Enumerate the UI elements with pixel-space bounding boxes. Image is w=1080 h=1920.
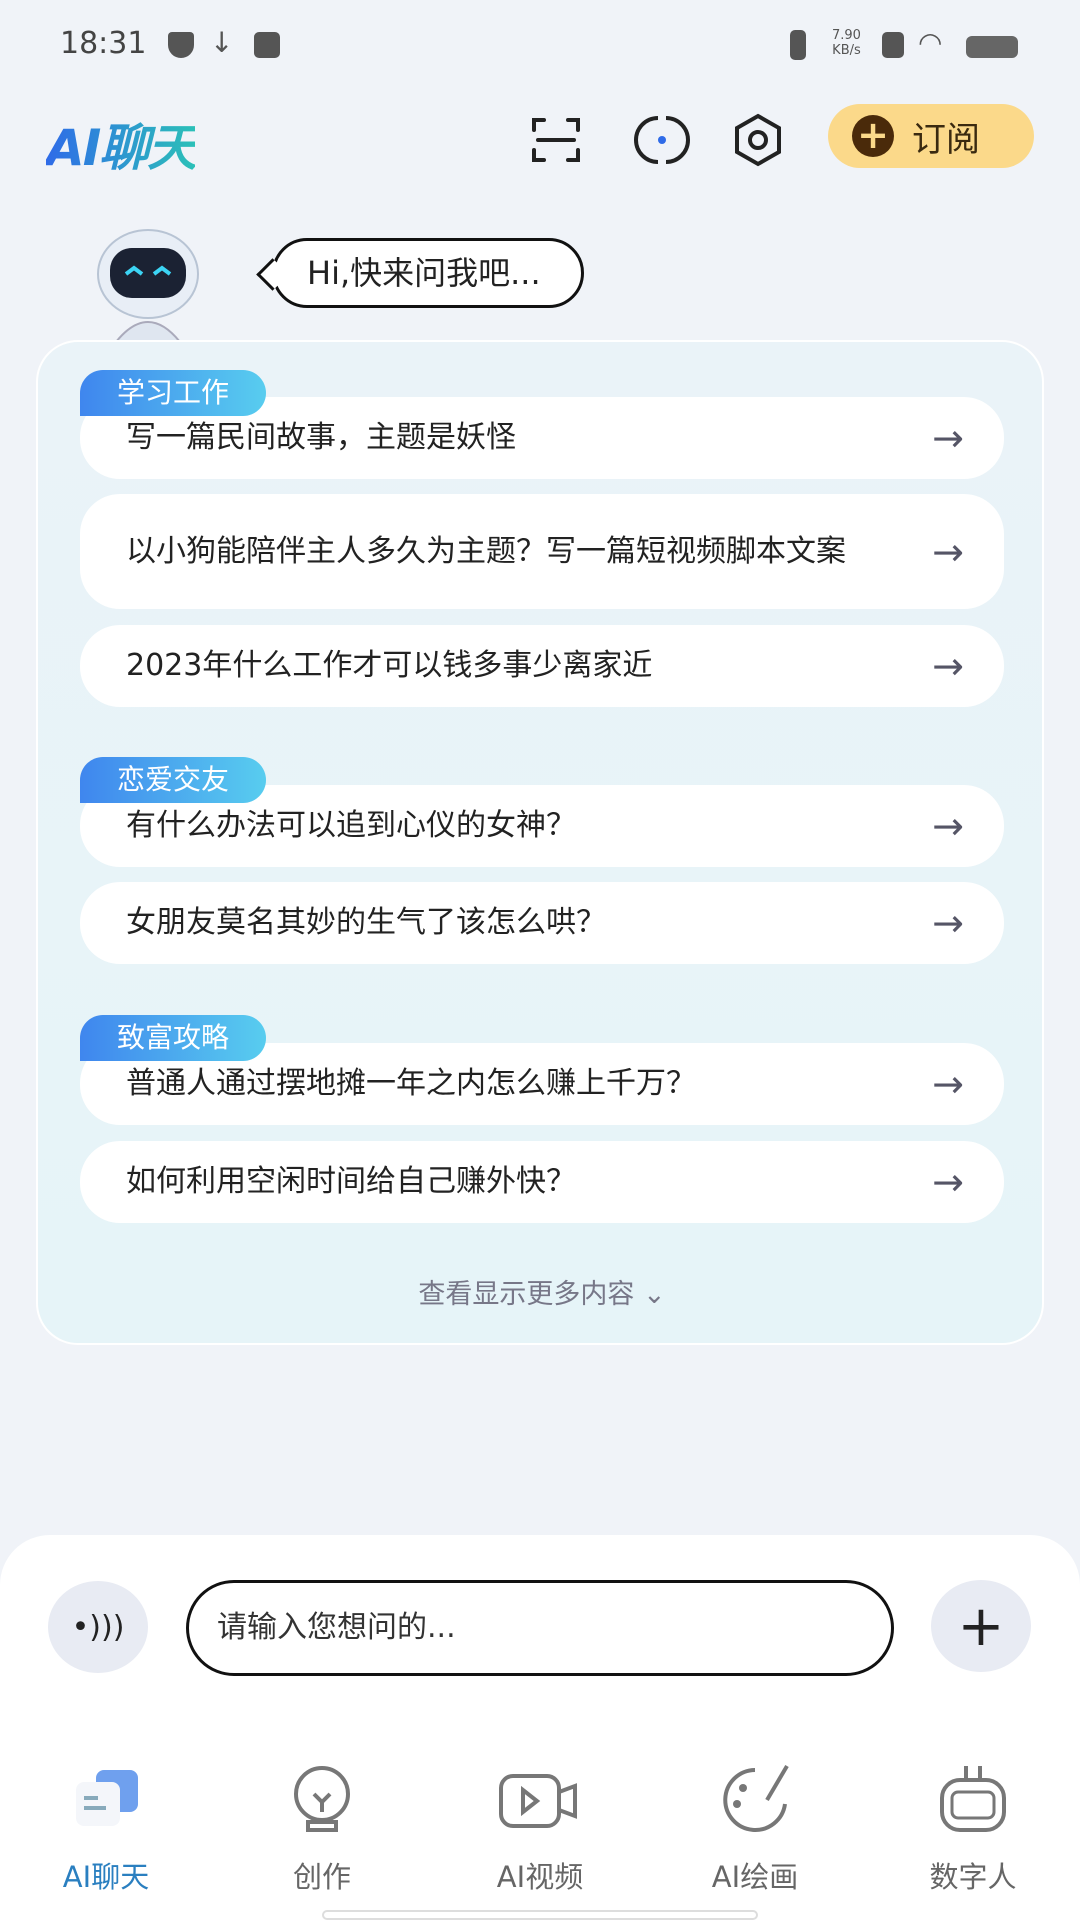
tab-digital-human[interactable]: 数字人 xyxy=(883,1760,1063,1896)
show-more-button[interactable]: 查看显示更多内容 ⌄ xyxy=(38,1272,1046,1311)
battery-icon xyxy=(966,36,1018,58)
status-bar: 18:31 ↓ 7.90 KB/s ◠ xyxy=(0,26,1080,66)
suggestion-text: 女朋友莫名其妙的生气了该怎么哄？ xyxy=(126,905,606,940)
arrow-right-icon: → xyxy=(932,644,964,688)
sim-off-icon xyxy=(882,32,904,58)
crystal-ball-icon xyxy=(294,1766,350,1832)
robot-avatar xyxy=(97,229,199,342)
tab-label: AI绘画 xyxy=(711,1860,799,1894)
tab-label: 数字人 xyxy=(929,1860,1017,1894)
scan-icon[interactable] xyxy=(528,112,584,168)
tab-ai-chat[interactable]: AI聊天 xyxy=(16,1760,196,1896)
suggestion-text: 普通人通过摆地摊一年之内怎么赚上千万？ xyxy=(126,1066,696,1101)
suggestion-text: 2023年什么工作才可以钱多事少离家近 xyxy=(126,648,653,683)
shield-icon xyxy=(168,32,194,58)
network-speed: 7.90 KB/s xyxy=(832,28,861,58)
section-tag: 学习工作 xyxy=(80,370,266,416)
robot-icon xyxy=(940,1766,1006,1832)
suggestion-item[interactable]: 以小狗能陪伴主人多久为主题？写一篇短视频脚本文案 → xyxy=(80,494,1004,609)
subscribe-label: 订阅 xyxy=(912,119,980,160)
vibrate-icon xyxy=(790,30,806,60)
speed-value: 7.90 xyxy=(832,28,861,43)
add-button[interactable]: + xyxy=(931,1580,1031,1672)
speed-unit: KB/s xyxy=(832,43,861,58)
voice-button[interactable]: •))) xyxy=(48,1581,148,1673)
app-logo: AI聊天 xyxy=(46,108,197,180)
download-icon: ↓ xyxy=(210,26,234,59)
tab-create[interactable]: 创作 xyxy=(232,1760,412,1896)
refresh-icon[interactable] xyxy=(634,112,690,168)
chat-input[interactable]: 请输入您想问的... xyxy=(186,1580,894,1676)
arrow-right-icon: → xyxy=(932,529,964,574)
speaker-icon: •))) xyxy=(71,1609,125,1645)
suggestion-text: 有什么办法可以追到心仪的女神？ xyxy=(126,808,576,843)
tab-ai-painting[interactable]: AI绘画 xyxy=(665,1760,845,1896)
chevron-down-icon: ⌄ xyxy=(642,1279,666,1310)
tab-label: 创作 xyxy=(292,1860,351,1894)
section-tag: 致富攻略 xyxy=(80,1015,266,1061)
greeting-bubble: Hi,快来问我吧... xyxy=(272,238,584,308)
arrow-right-icon: → xyxy=(932,901,964,945)
suggestion-text: 如何利用空闲时间给自己赚外快？ xyxy=(126,1164,576,1199)
subscribe-button[interactable]: + 订阅 xyxy=(828,104,1034,168)
plus-icon: + xyxy=(957,1593,1005,1659)
gallery-icon xyxy=(254,32,280,58)
plus-icon: + xyxy=(852,115,894,157)
suggestion-card: 学习工作 写一篇民间故事，主题是妖怪 → 以小狗能陪伴主人多久为主题？写一篇短视频… xyxy=(36,340,1044,1345)
suggestion-text: 写一篇民间故事，主题是妖怪 xyxy=(126,420,516,455)
suggestion-item[interactable]: 如何利用空闲时间给自己赚外快？ → xyxy=(80,1141,1004,1223)
suggestion-item[interactable]: 2023年什么工作才可以钱多事少离家近 → xyxy=(80,625,1004,707)
tab-label: AI聊天 xyxy=(62,1860,150,1894)
settings-icon[interactable] xyxy=(730,112,786,168)
home-indicator[interactable] xyxy=(322,1910,758,1920)
section-tag: 恋爱交友 xyxy=(80,757,266,803)
arrow-right-icon: → xyxy=(932,1160,964,1204)
suggestion-item[interactable]: 女朋友莫名其妙的生气了该怎么哄？ → xyxy=(80,882,1004,964)
palette-icon xyxy=(723,1764,789,1832)
tab-label: AI视频 xyxy=(496,1860,584,1894)
tab-ai-video[interactable]: AI视频 xyxy=(450,1760,630,1896)
video-camera-icon xyxy=(499,1774,577,1828)
arrow-right-icon: → xyxy=(932,1062,964,1106)
suggestion-text: 以小狗能陪伴主人多久为主题？写一篇短视频脚本文案 xyxy=(126,533,846,569)
arrow-right-icon: → xyxy=(932,804,964,848)
arrow-right-icon: → xyxy=(932,416,964,460)
wifi-icon: ◠ xyxy=(918,26,943,59)
show-more-label: 查看显示更多内容 xyxy=(418,1279,635,1310)
chat-icon xyxy=(76,1770,138,1826)
status-time: 18:31 xyxy=(60,26,147,61)
